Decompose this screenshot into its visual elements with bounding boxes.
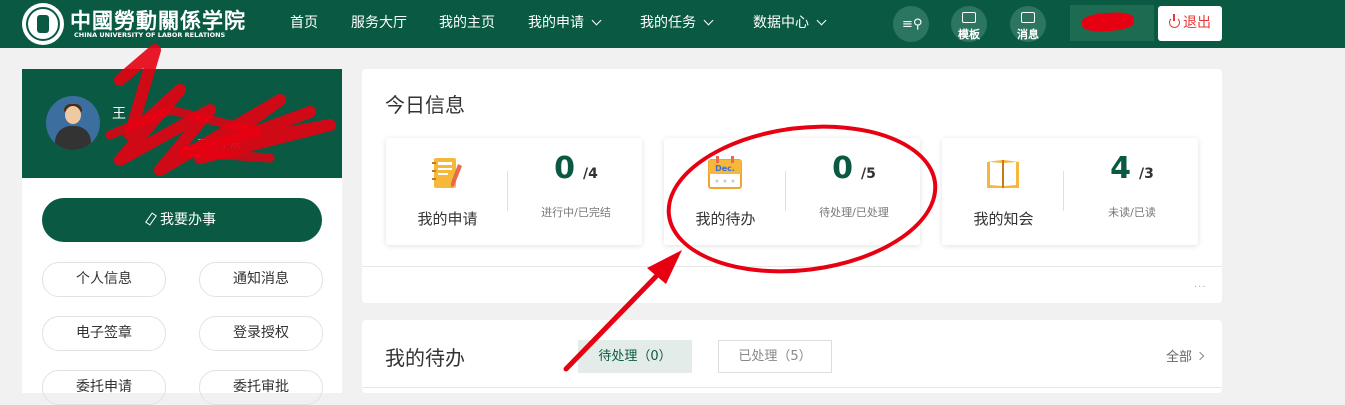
stat-label: 我的待办 [695, 210, 756, 228]
nav-my-tasks[interactable]: 我的任务 [640, 0, 714, 48]
template-label: 模板 [958, 28, 980, 41]
search-tool-button[interactable]: ≡⚲ [893, 6, 929, 42]
message-button[interactable]: 消息 [1010, 6, 1046, 42]
chevron-down-icon [816, 15, 827, 26]
stat-my-todo[interactable]: Dec. 我的待办 0/5 待处理/已处理 [664, 138, 920, 245]
stat-total: /3 [1139, 166, 1154, 182]
sidebar-item-personal-info[interactable]: 个人信息 [42, 262, 166, 297]
nav-my-tasks-label: 我的任务 [640, 15, 696, 31]
chat-icon [962, 12, 976, 23]
book-icon [987, 160, 1019, 188]
nav-data-center-label: 数据中心 [753, 15, 809, 31]
top-bar: 中國勞動關係学院 CHINA UNIVERSITY OF LABOR RELAT… [0, 0, 1345, 48]
stat-total: /5 [861, 166, 876, 182]
emblem-icon [22, 3, 64, 45]
nav-my-applications-label: 我的申请 [528, 15, 584, 31]
tab-processed[interactable]: 已处理（5） [718, 340, 832, 373]
calendar-month-text: Dec. [715, 164, 735, 173]
message-label: 消息 [1017, 28, 1039, 41]
nav-my-applications[interactable]: 我的申请 [528, 0, 602, 48]
view-all-link[interactable]: 全部 [1166, 346, 1205, 365]
power-icon [1169, 14, 1180, 28]
stat-label: 我的申请 [417, 210, 478, 228]
stat-sub: 未读/已读 [1108, 206, 1156, 219]
notebook-icon [432, 158, 462, 188]
logout-label: 退出 [1183, 15, 1211, 31]
divider [362, 387, 1222, 388]
sidebar-item-delegate-approve[interactable]: 委托审批 [199, 370, 323, 405]
stat-count: 0/5 [802, 151, 906, 186]
nav-my-homepage-label: 我的主页 [439, 15, 495, 31]
stat-count-value: 4 [1110, 151, 1131, 186]
chevron-down-icon [703, 15, 714, 26]
chevron-down-icon [591, 15, 602, 26]
pen-icon [145, 212, 157, 226]
chevron-right-icon [1195, 351, 1205, 361]
stat-sub: 进行中/已完结 [541, 206, 611, 219]
current-user-redacted[interactable] [1070, 5, 1154, 41]
divider [362, 266, 1222, 267]
today-info-title: 今日信息 [385, 93, 465, 117]
logout-button[interactable]: 退出 [1158, 6, 1222, 41]
user-department: 工会学院 [197, 137, 241, 150]
nav-service-hall[interactable]: 服务大厅 [351, 0, 407, 48]
do-business-button[interactable]: 我要办事 [42, 198, 322, 242]
nav-home[interactable]: 首页 [290, 0, 318, 48]
sidebar-menu: 我要办事 个人信息 通知消息 电子签章 登录授权 委托申请 委托审批 [22, 178, 342, 405]
sidebar-item-login-auth[interactable]: 登录授权 [199, 316, 323, 351]
university-logo[interactable]: 中國勞動關係学院 CHINA UNIVERSITY OF LABOR RELAT… [22, 3, 245, 45]
stat-my-applications[interactable]: 我的申请 0/4 进行中/已完结 [386, 138, 642, 245]
divider [507, 171, 508, 211]
avatar[interactable] [46, 96, 100, 150]
stat-total: /4 [583, 166, 598, 182]
tab-pending[interactable]: 待处理（0） [578, 340, 692, 373]
template-button[interactable]: 模板 [951, 6, 987, 42]
my-todo-card: 我的待办 待处理（0） 已处理（5） 全部 [362, 320, 1222, 393]
sidebar-item-delegate-apply[interactable]: 委托申请 [42, 370, 166, 405]
stat-count: 4/3 [1080, 151, 1184, 186]
sidebar-item-e-signature[interactable]: 电子签章 [42, 316, 166, 351]
search-list-icon: ≡⚲ [902, 17, 923, 32]
message-icon [1021, 12, 1035, 23]
stat-sub: 待处理/已处理 [819, 206, 889, 219]
nav-my-homepage[interactable]: 我的主页 [439, 0, 495, 48]
view-all-label: 全部 [1166, 350, 1193, 365]
sidebar-item-notifications[interactable]: 通知消息 [199, 262, 323, 297]
stat-my-notices[interactable]: 我的知会 4/3 未读/已读 [942, 138, 1198, 245]
more-ellipsis-button[interactable]: ... [1194, 279, 1207, 290]
stat-count: 0/4 [524, 151, 628, 186]
stat-count-value: 0 [832, 151, 853, 186]
calendar-icon: Dec. [708, 156, 742, 189]
profile-panel: 王 工会学院 [22, 69, 342, 178]
nav-data-center[interactable]: 数据中心 [753, 0, 827, 48]
logo-english-name: CHINA UNIVERSITY OF LABOR RELATIONS [74, 31, 226, 39]
do-business-label: 我要办事 [160, 212, 216, 228]
user-name: 王 [112, 106, 126, 122]
stat-count-value: 0 [554, 151, 575, 186]
my-todo-title: 我的待办 [385, 346, 465, 370]
today-info-card: 今日信息 我的申请 0/4 进行中/已完结 Dec. 我的待办 0/5 待处理/… [362, 69, 1222, 303]
divider [1063, 171, 1064, 211]
divider [785, 171, 786, 211]
stat-label: 我的知会 [973, 210, 1034, 228]
